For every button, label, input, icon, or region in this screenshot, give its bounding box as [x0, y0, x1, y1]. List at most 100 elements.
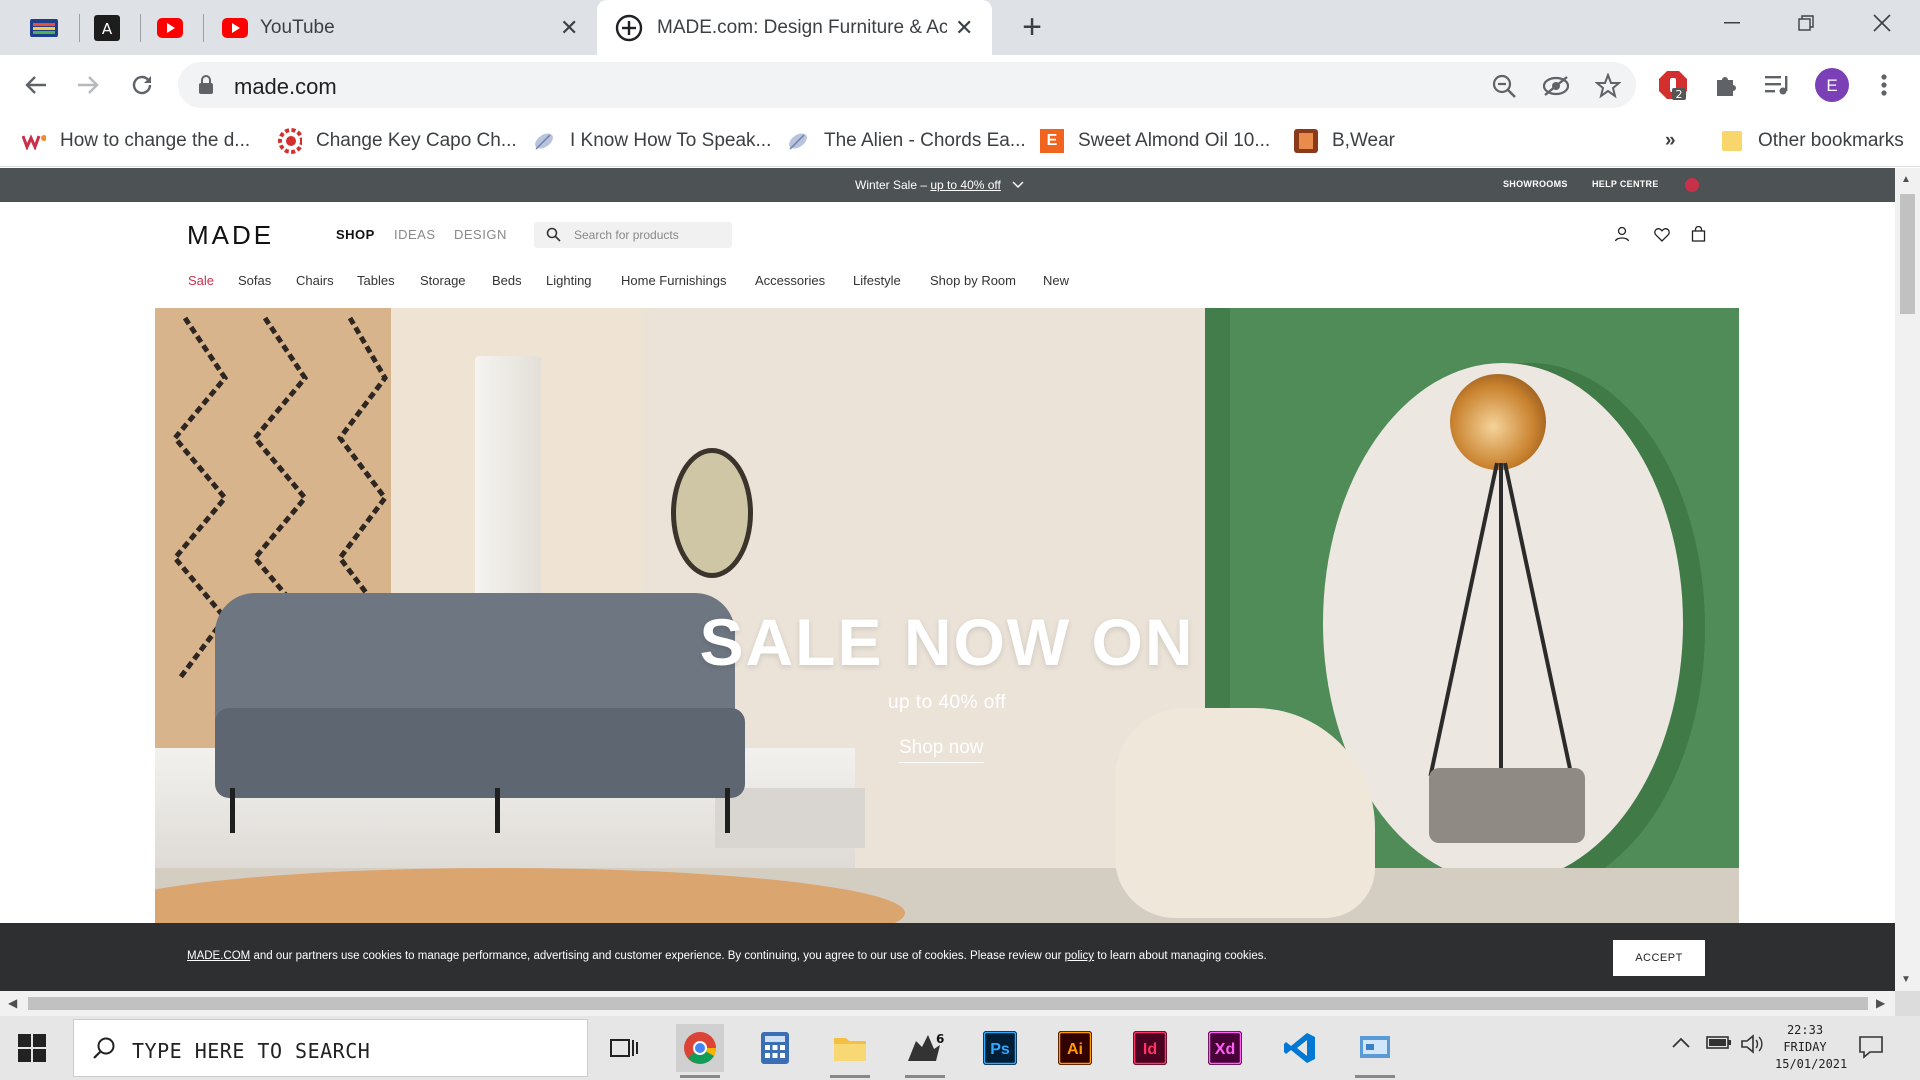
file-explorer-taskbar-icon[interactable]	[826, 1024, 874, 1078]
hero-banner[interactable]: SALE NOW ON up to 40% off Shop now	[155, 308, 1739, 928]
horizontal-scroll-thumb[interactable]	[28, 997, 1868, 1010]
bookmark-item[interactable]: E Sweet Almond Oil 10...	[1040, 125, 1270, 157]
photoshop-taskbar-icon[interactable]: Ps	[976, 1024, 1024, 1072]
taskbar-search-box[interactable]: TYPE HERE TO SEARCH	[73, 1019, 588, 1077]
rhino-taskbar-icon[interactable]: 6	[901, 1024, 949, 1078]
category-sofas[interactable]: Sofas	[238, 273, 271, 288]
tab-title: MADE.com: Design Furniture & Acce	[657, 16, 947, 38]
category-tables[interactable]: Tables	[357, 273, 395, 288]
horizontal-scrollbar[interactable]: ◀ ▶	[0, 991, 1895, 1016]
new-tab-button[interactable]: +	[1012, 8, 1052, 47]
show-hidden-icons-chevron-icon[interactable]	[1672, 1034, 1690, 1054]
scroll-up-arrow-icon[interactable]: ▲	[1901, 174, 1911, 185]
close-tab-icon[interactable]: ✕	[955, 15, 973, 41]
uk-flag-icon[interactable]	[1685, 178, 1699, 192]
pinned-tab-3[interactable]	[150, 12, 190, 44]
category-home-furnishings[interactable]: Home Furnishings	[621, 273, 727, 288]
floor-lamp-shade	[1450, 374, 1546, 470]
category-new[interactable]: New	[1043, 273, 1069, 288]
shop-now-link[interactable]: Shop now	[899, 737, 984, 763]
zoom-out-icon[interactable]	[1490, 72, 1518, 100]
tab-youtube[interactable]: YouTube ✕	[208, 0, 588, 55]
product-search-input[interactable]: Search for products	[534, 222, 732, 248]
chrome-menu-icon[interactable]	[1866, 67, 1902, 103]
wk-favicon	[22, 129, 46, 153]
close-tab-icon[interactable]: ✕	[560, 15, 578, 41]
wishlist-heart-icon[interactable]	[1652, 224, 1672, 244]
restore-button[interactable]	[1771, 0, 1841, 45]
windows-start-icon[interactable]	[18, 1034, 48, 1064]
category-accessories[interactable]: Accessories	[755, 273, 825, 288]
showrooms-link[interactable]: SHOWROOMS	[1503, 179, 1568, 189]
reload-button[interactable]	[124, 67, 160, 103]
tab-made[interactable]: MADE.com: Design Furniture & Acce ✕	[597, 0, 992, 55]
accept-cookies-button[interactable]: ACCEPT	[1613, 940, 1705, 976]
bookmarks-bar: How to change the d... Change Key Capo C…	[0, 115, 1920, 167]
lock-icon	[199, 75, 213, 94]
system-clock[interactable]: 22:33 FRIDAY 15/01/2021	[1775, 1022, 1847, 1073]
close-window-button[interactable]	[1847, 0, 1917, 45]
bookmark-item[interactable]: How to change the d...	[22, 125, 250, 157]
account-icon[interactable]	[1612, 224, 1632, 244]
pinned-tab-1[interactable]	[24, 12, 64, 44]
forward-button[interactable]	[70, 67, 106, 103]
promo-link[interactable]: up to 40% off	[930, 178, 1001, 192]
profile-avatar[interactable]: E	[1814, 67, 1850, 103]
help-centre-link[interactable]: HELP CENTRE	[1592, 179, 1659, 189]
policy-link[interactable]: policy	[1065, 950, 1094, 962]
vertical-scroll-thumb[interactable]	[1900, 194, 1915, 314]
youtube-icon	[222, 17, 248, 38]
svg-text:2: 2	[1676, 88, 1683, 100]
media-queue-icon[interactable]	[1760, 67, 1796, 103]
xd-taskbar-icon[interactable]: Xd	[1201, 1024, 1249, 1072]
made-logo[interactable]: MADE	[187, 220, 274, 251]
vertical-scrollbar[interactable]: ▲ ▼	[1895, 168, 1920, 991]
svg-text:Ai: Ai	[1067, 1041, 1083, 1058]
category-sale[interactable]: Sale	[188, 273, 214, 288]
vscode-taskbar-icon[interactable]	[1276, 1024, 1324, 1072]
basket-icon[interactable]	[1688, 224, 1708, 244]
chair-body	[1115, 708, 1375, 918]
bookmark-item[interactable]: I Know How To Speak...	[532, 125, 771, 157]
notification-center-icon[interactable]	[1858, 1034, 1884, 1065]
category-chairs[interactable]: Chairs	[296, 273, 334, 288]
search-icon	[93, 1037, 115, 1059]
webpage: Winter Sale – up to 40% off SHOWROOMS HE…	[0, 168, 1895, 991]
indesign-taskbar-icon[interactable]: Id	[1126, 1024, 1174, 1072]
adblock-extension-icon[interactable]: 2	[1655, 67, 1691, 103]
scroll-down-arrow-icon[interactable]: ▼	[1901, 974, 1911, 985]
tracking-blocked-eye-icon[interactable]	[1542, 72, 1570, 100]
url-text[interactable]: made.com	[234, 74, 337, 100]
battery-icon[interactable]	[1706, 1034, 1732, 1055]
category-shop-by-room[interactable]: Shop by Room	[930, 273, 1016, 288]
promo-text[interactable]: Winter Sale – up to 40% off	[855, 178, 1024, 192]
scroll-left-arrow-icon[interactable]: ◀	[8, 996, 17, 1010]
nav-ideas[interactable]: IDEAS	[394, 227, 436, 242]
nav-design[interactable]: DESIGN	[454, 227, 507, 242]
bookmark-star-icon[interactable]	[1594, 72, 1622, 100]
chrome-taskbar-icon[interactable]	[676, 1024, 724, 1078]
pinned-tab-2[interactable]: A	[87, 12, 127, 44]
other-bookmarks[interactable]: Other bookmarks	[1720, 125, 1904, 157]
address-bar[interactable]: made.com	[178, 62, 1636, 108]
illustrator-taskbar-icon[interactable]: Ai	[1051, 1024, 1099, 1072]
task-view-icon[interactable]	[600, 1024, 648, 1072]
category-beds[interactable]: Beds	[492, 273, 522, 288]
scroll-right-arrow-icon[interactable]: ▶	[1876, 996, 1885, 1010]
calculator-taskbar-icon[interactable]	[751, 1024, 799, 1072]
category-lifestyle[interactable]: Lifestyle	[853, 273, 901, 288]
category-storage[interactable]: Storage	[420, 273, 466, 288]
bookmark-item[interactable]: Change Key Capo Ch...	[278, 125, 517, 157]
nav-shop[interactable]: SHOP	[336, 227, 375, 242]
extensions-puzzle-icon[interactable]	[1708, 67, 1744, 103]
bookmarks-overflow-button[interactable]: »	[1665, 125, 1676, 157]
category-lighting[interactable]: Lighting	[546, 273, 592, 288]
bookmark-item[interactable]: B,Wear	[1294, 125, 1395, 157]
back-button[interactable]	[18, 67, 54, 103]
made-com-link[interactable]: MADE.COM	[187, 950, 250, 962]
volume-icon[interactable]	[1740, 1034, 1764, 1059]
tab-separator	[203, 14, 204, 42]
minimize-button[interactable]	[1697, 0, 1767, 45]
control-panel-taskbar-icon[interactable]	[1351, 1024, 1399, 1078]
bookmark-item[interactable]: The Alien - Chords Ea...	[786, 125, 1026, 157]
